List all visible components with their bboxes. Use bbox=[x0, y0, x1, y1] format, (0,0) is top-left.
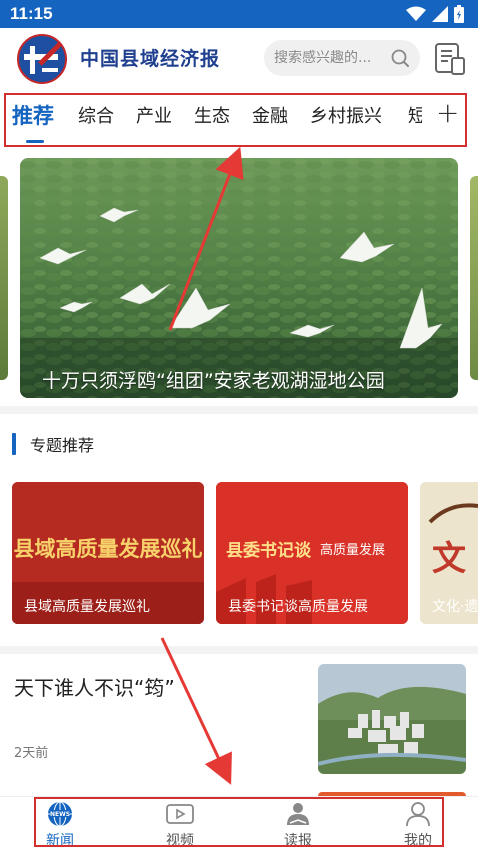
search-input[interactable] bbox=[274, 50, 392, 66]
topic-cards: 县域高质量发展巡礼 县域高质量发展巡礼 县委书记谈 高质量发展 县委书记谈高质量… bbox=[0, 482, 478, 624]
news-list-item[interactable]: 天下谁人不识“筠” 2天前 bbox=[0, 662, 478, 774]
topic-card-secretary-talks[interactable]: 县委书记谈 高质量发展 县委书记谈高质量发展 bbox=[216, 482, 408, 624]
search-icon[interactable] bbox=[390, 48, 410, 68]
active-tab-indicator bbox=[26, 140, 44, 143]
carousel-slide[interactable]: 十万只须浮鸥“组团”安家老观湖湿地公园 bbox=[20, 158, 458, 398]
app-header: 中国县域经济报 bbox=[0, 28, 478, 90]
signal-icon bbox=[432, 6, 448, 22]
section-divider bbox=[0, 406, 478, 414]
news-title: 天下谁人不识“筠” bbox=[14, 676, 175, 700]
nav-label: 视频 bbox=[166, 833, 194, 849]
tab-industry[interactable]: 产业 bbox=[136, 102, 172, 128]
section-divider bbox=[0, 646, 478, 654]
add-channel-icon[interactable]: + bbox=[436, 96, 459, 129]
tab-recommend[interactable]: 推荐 bbox=[12, 100, 54, 130]
topic-card-county-tour[interactable]: 县域高质量发展巡礼 县域高质量发展巡礼 bbox=[12, 482, 204, 624]
newspaper-logo-icon bbox=[17, 34, 67, 84]
status-bar: 11:15 bbox=[0, 0, 478, 28]
topic-card-banner: 文 bbox=[432, 539, 466, 579]
news-thumbnail bbox=[318, 664, 466, 774]
topics-section-header: 专题推荐 bbox=[12, 432, 94, 456]
nav-reader[interactable]: 读报 bbox=[268, 799, 328, 849]
tab-finance[interactable]: 金融 bbox=[252, 102, 288, 128]
battery-icon bbox=[454, 5, 464, 23]
epaper-icon[interactable] bbox=[434, 42, 466, 76]
nav-label: 新闻 bbox=[46, 833, 74, 849]
news-time: 2天前 bbox=[14, 746, 49, 761]
tab-ecology[interactable]: 生态 bbox=[194, 102, 230, 128]
tab-rural-revitalization[interactable]: 乡村振兴 bbox=[310, 102, 382, 128]
app-screen: 11:15 中国县域经济报 推荐 综合 产业 bbox=[0, 0, 478, 850]
headline-carousel[interactable]: 十万只须浮鸥“组团”安家老观湖湿地公园 bbox=[0, 156, 478, 398]
tab-short-video[interactable]: 短视频 bbox=[408, 102, 422, 128]
section-title: 专题推荐 bbox=[30, 436, 95, 455]
wetland-birds-image bbox=[20, 158, 458, 398]
video-icon bbox=[166, 804, 194, 824]
profile-icon bbox=[406, 802, 430, 827]
topic-card-banner: 县域高质量发展巡礼 bbox=[14, 536, 203, 561]
status-icons bbox=[406, 5, 464, 23]
section-accent-bar bbox=[12, 433, 16, 455]
nav-label: 我的 bbox=[404, 833, 432, 849]
topic-card-title: 县域高质量发展巡礼 bbox=[24, 599, 150, 615]
topic-card-title: 文化·遗 bbox=[432, 599, 478, 615]
carousel-prev-peek bbox=[0, 176, 8, 380]
nav-video[interactable]: 视频 bbox=[150, 799, 210, 849]
status-time: 11:15 bbox=[10, 4, 53, 23]
nav-label: 读报 bbox=[284, 833, 312, 849]
nav-news[interactable]: NEWS 新闻 bbox=[30, 799, 90, 849]
topic-card-title: 县委书记谈高质量发展 bbox=[228, 599, 368, 615]
carousel-caption: 十万只须浮鸥“组团”安家老观湖湿地公园 bbox=[42, 370, 385, 392]
city-aerial-image bbox=[318, 664, 466, 774]
tab-general[interactable]: 综合 bbox=[78, 102, 114, 128]
topic-card-banner-sub: 高质量发展 bbox=[320, 542, 385, 558]
topic-card-banner-main: 县委书记谈 bbox=[226, 540, 312, 561]
channel-tabs: 推荐 综合 产业 生态 金融 乡村振兴 短视频 + bbox=[0, 90, 478, 144]
carousel-next-peek bbox=[470, 176, 478, 380]
nav-profile[interactable]: 我的 bbox=[388, 799, 448, 849]
reader-icon bbox=[287, 803, 309, 825]
wifi-icon bbox=[406, 6, 426, 21]
topic-card-culture[interactable]: 文 文化·遗 bbox=[420, 482, 478, 624]
news-globe-icon: NEWS bbox=[48, 801, 72, 827]
svg-text:NEWS: NEWS bbox=[50, 811, 70, 818]
app-logo-text: 中国县域经济报 bbox=[80, 48, 221, 70]
search-box[interactable] bbox=[264, 40, 420, 76]
bottom-navigation: NEWS 新闻 视频 读报 我的 bbox=[0, 796, 478, 850]
